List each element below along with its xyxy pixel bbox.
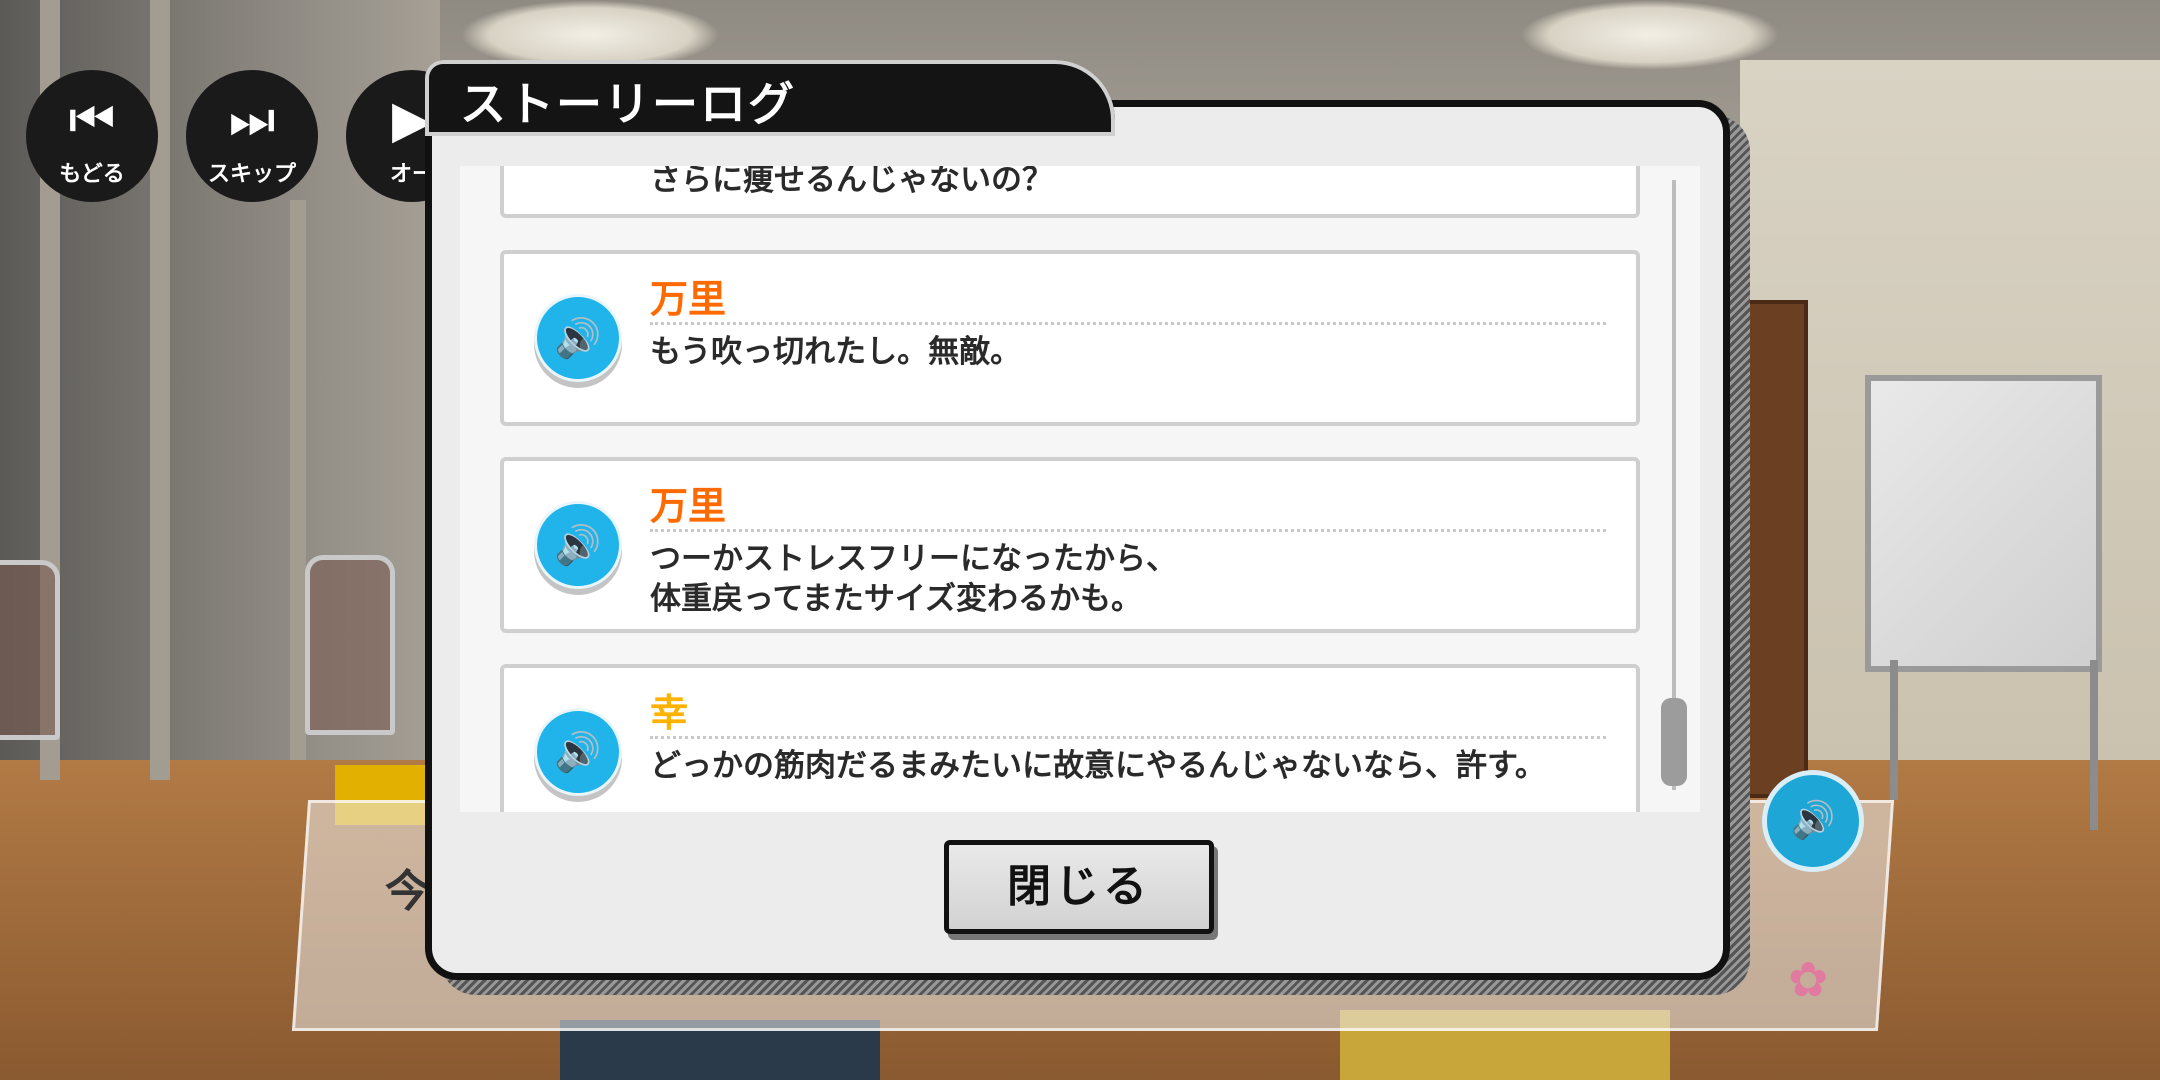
log-entry: 🔊 万里 もう吹っ切れたし。無敵。	[500, 250, 1640, 426]
skip-icon: ⏭	[228, 90, 276, 150]
log-entry: 🔊 幸 どっかの筋肉だるまみたいに故意にやるんじゃないなら、許す。	[500, 664, 1640, 812]
folding-chair	[305, 555, 395, 735]
wall-panel	[290, 200, 306, 760]
speaker-icon: 🔊	[554, 523, 602, 567]
speaker-name: 幸	[650, 691, 689, 735]
skip-button-label: スキップ	[207, 162, 296, 187]
voice-play-button[interactable]: 🔊	[534, 708, 622, 796]
whiteboard-leg	[2090, 660, 2098, 830]
speaker-icon: 🔊	[554, 316, 602, 360]
name-divider	[650, 529, 1606, 532]
rewind-icon: ⏮	[68, 90, 116, 150]
story-log-list[interactable]: 🔊 さらに痩せるんじゃないの？ 🔊 万里 もう吹っ切れたし。無敵。 🔊 万里 つ…	[460, 166, 1700, 812]
voice-play-button[interactable]: 🔊	[534, 501, 622, 589]
log-line: つーかストレスフリーになったから、	[650, 541, 1177, 577]
back-button-label: もどる	[59, 162, 125, 187]
voice-play-button[interactable]: 🔊	[534, 294, 622, 382]
folding-chair	[0, 560, 60, 740]
chandelier	[1520, 0, 1780, 70]
back-button[interactable]: ⏮ もどる	[26, 70, 158, 202]
voice-replay-button[interactable]: 🔊	[1762, 770, 1864, 872]
log-line: どっかの筋肉だるまみたいに故意にやるんじゃないなら、許す。	[650, 748, 1546, 784]
log-line: 体重戻ってまたサイズ変わるかも。	[650, 581, 1142, 617]
story-log-title: ストーリーログ	[460, 77, 796, 131]
speaker-name: 万里	[650, 277, 727, 321]
close-button[interactable]: 閉じる	[944, 840, 1214, 934]
story-log-header: ストーリーログ	[425, 60, 1115, 136]
whiteboard	[1865, 375, 2102, 672]
background-dialogue-text: 今	[385, 866, 429, 917]
whiteboard-leg	[1890, 660, 1898, 800]
scroll-thumb[interactable]	[1661, 698, 1687, 786]
sakura-icon: ✿	[1788, 952, 1829, 1008]
log-line: さらに痩せるんじゃないの？	[650, 166, 1053, 198]
name-divider	[650, 736, 1606, 739]
log-entry: 🔊 さらに痩せるんじゃないの？	[500, 166, 1640, 218]
speaker-icon: 🔊	[1790, 800, 1836, 841]
close-button-label: 閉じる	[1007, 861, 1151, 912]
speaker-name: 万里	[650, 484, 727, 528]
skip-button[interactable]: ⏭ スキップ	[186, 70, 318, 202]
speaker-icon: 🔊	[554, 730, 602, 774]
name-divider	[650, 322, 1606, 325]
log-line: もう吹っ切れたし。無敵。	[650, 334, 1022, 370]
log-entry: 🔊 万里 つーかストレスフリーになったから、 体重戻ってまたサイズ変わるかも。	[500, 457, 1640, 633]
